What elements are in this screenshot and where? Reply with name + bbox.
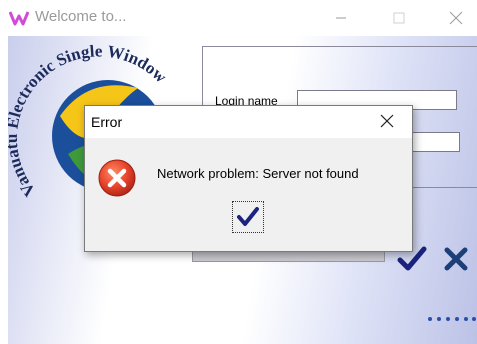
error-message: Network problem: Server not found [157,166,359,181]
maximize-icon[interactable] [376,0,422,36]
checkmark-icon [237,207,259,226]
app-logo-icon [9,11,29,26]
dialog-ok-button[interactable] [232,201,264,233]
window-title: Welcome to... [35,8,127,25]
password-input[interactable] [408,132,460,152]
close-icon[interactable] [432,0,477,36]
dialog-body: Network problem: Server not found [85,138,412,251]
minimize-icon[interactable] [318,0,364,36]
error-icon [98,159,136,197]
loading-dots-icon [428,317,476,321]
cancel-button[interactable] [438,241,474,277]
x-icon [444,247,468,271]
title-bar: Welcome to... [0,0,477,36]
dialog-close-icon[interactable] [375,110,399,132]
dialog-title: Error [91,114,123,130]
error-dialog: Error Network problem: Server not found [84,105,413,252]
